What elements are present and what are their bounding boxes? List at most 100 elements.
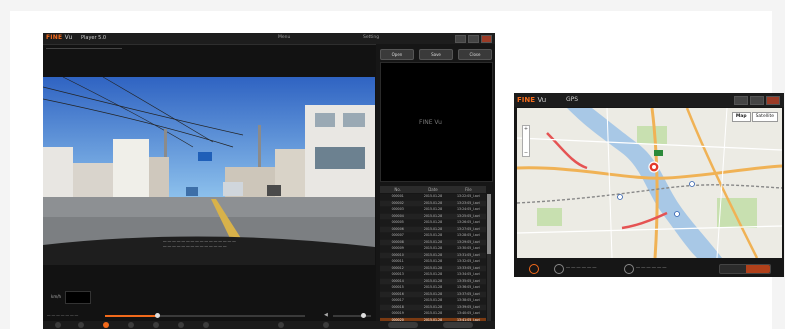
file-date-cell: 2015.01.28 [423,278,443,283]
file-number-cell: 000002 [391,200,404,205]
gps-map[interactable]: Map Satellite + − [517,108,782,258]
file-panel-toolbar: Open Save Close [380,49,492,60]
file-name-cell: 13:30:05_I.avi [457,246,480,250]
gps-maximize-button[interactable] [750,96,764,105]
file-name-cell: 13:22:05_I.avi [457,194,480,198]
gps-logo-brand: FINE [517,96,536,104]
file-date-cell: 2015.01.28 [423,311,443,315]
file-name-cell: 13:38:05_I.avi [457,298,480,302]
zoom-icon[interactable] [278,322,284,328]
stop-icon[interactable] [128,322,134,328]
gps-logo-suffix: Vu [537,96,547,104]
file-date-cell: 2015.01.28 [423,285,443,289]
gps-status-bar: ― ― ― ― ― ― ― ― ― ― ― ― [514,260,784,277]
file-name-cell: 13:35:05_I.avi [457,278,480,283]
file-name-cell: 13:36:05_I.avi [457,285,480,289]
next-file-icon[interactable] [178,322,184,328]
volume-thumb[interactable] [361,313,367,318]
file-date-cell: 2015.01.28 [423,272,443,276]
map-type-toggle: Map Satellite [731,112,778,122]
logo-suffix: Vu [64,34,73,41]
map-zoom-control: + − [522,125,530,157]
gps-titlebar: FINE Vu GPS [514,93,784,107]
player-logo: FINE Vu [46,34,72,41]
file-number-cell: 000010 [391,252,404,257]
map-view-button[interactable]: Map [731,112,751,122]
menu-button[interactable]: Menu [278,35,290,40]
file-date-cell: 2015.01.28 [423,233,443,237]
file-name-cell: 13:29:05_I.avi [457,239,480,244]
scrollbar-thumb[interactable] [487,194,491,254]
file-name-cell: 13:26:05_I.avi [457,220,480,224]
zoom-in-icon[interactable]: + [523,126,529,132]
preview-logo-suffix: Vu [434,119,442,126]
file-number-cell: 000006 [391,226,404,231]
file-date-cell: 2015.01.28 [423,194,443,198]
seek-progress [105,315,157,317]
file-date-cell: 2015.01.28 [423,207,443,211]
logo-brand: FINE [46,34,63,41]
prev-file-icon[interactable] [55,322,61,328]
gps-minimize-button[interactable] [734,96,748,105]
volume-slider[interactable] [333,313,371,318]
window-controls [455,35,492,43]
file-date-cell: 2015.01.28 [423,252,443,257]
file-number-cell: 000001 [391,194,404,198]
seek-thumb[interactable] [155,313,160,318]
rewind-icon[interactable] [78,322,84,328]
print-button[interactable] [443,322,473,328]
gps-title: GPS [566,96,579,103]
file-date-cell: 2015.01.28 [423,239,443,244]
gps-close-button[interactable] [766,96,780,105]
rotate-icon[interactable] [323,322,329,328]
capture-icon[interactable] [203,322,209,328]
overlay-info-text: ― ― ― ― ― ― ― ― ― ― ― ― ― ― ― ― ― ― ― ― ―… [163,239,236,248]
latitude-icon [554,264,564,274]
file-name-cell: 13:25:05_I.avi [457,213,480,218]
gps-record-icon[interactable] [529,264,539,274]
speed-indicator: km/h [51,291,91,304]
file-list-header: No. Date File [380,186,486,193]
gps-mode-toggle-active [746,265,770,273]
zoom-out-icon[interactable]: − [523,150,529,156]
volume-icon[interactable]: ◀ [324,312,328,318]
minimize-button[interactable] [455,35,466,43]
file-number-cell: 000017 [391,298,404,302]
column-header-file[interactable]: File [451,186,486,193]
play-icon[interactable] [103,322,109,328]
file-date-cell: 2015.01.28 [423,246,443,250]
longitude-readout: ― ― ― ― ― ― [636,265,667,270]
preview-logo-brand: FINE [419,119,433,126]
save-button[interactable]: Save [419,49,453,60]
file-name-cell: 13:31:05_I.avi [457,252,480,257]
column-header-number[interactable]: No. [380,186,415,193]
file-date-cell: 2015.01.28 [423,226,443,231]
settings-button[interactable]: Setting [363,35,379,40]
file-number-cell: 000013 [391,272,404,276]
file-name-cell: 13:28:05_I.avi [457,233,480,237]
file-list-scrollbar[interactable] [487,194,491,322]
gps-mode-toggle[interactable] [719,264,771,274]
file-date-cell: 2015.01.28 [423,298,443,302]
video-frame[interactable] [43,77,375,265]
open-button[interactable]: Open [380,49,414,60]
speed-display [65,291,91,304]
file-panel: Open Save Close FINE Vu No. Date File 00… [376,44,495,329]
seek-slider[interactable] [105,313,305,318]
forward-icon[interactable] [153,322,159,328]
satellite-view-button[interactable]: Satellite [751,112,778,122]
file-number-cell: 000018 [391,304,404,309]
file-number-cell: 000008 [391,239,404,244]
close-button[interactable]: Close [458,49,492,60]
preview-logo: FINE Vu [419,119,442,126]
file-name-cell: 13:33:05_I.avi [457,265,480,270]
option-button[interactable] [388,322,418,328]
video-player-window: FINE Vu Player 5.0 Menu Setting ――――――――… [43,33,495,329]
file-name-cell: 13:23:05_I.avi [457,200,480,205]
gps-window-controls [734,96,780,105]
player-title: Player 5.0 [81,35,107,41]
column-header-date[interactable]: Date [415,186,450,193]
maximize-button[interactable] [468,35,479,43]
close-window-button[interactable] [481,35,492,43]
file-path-bar: ――――――――――――――――――― [46,46,122,51]
